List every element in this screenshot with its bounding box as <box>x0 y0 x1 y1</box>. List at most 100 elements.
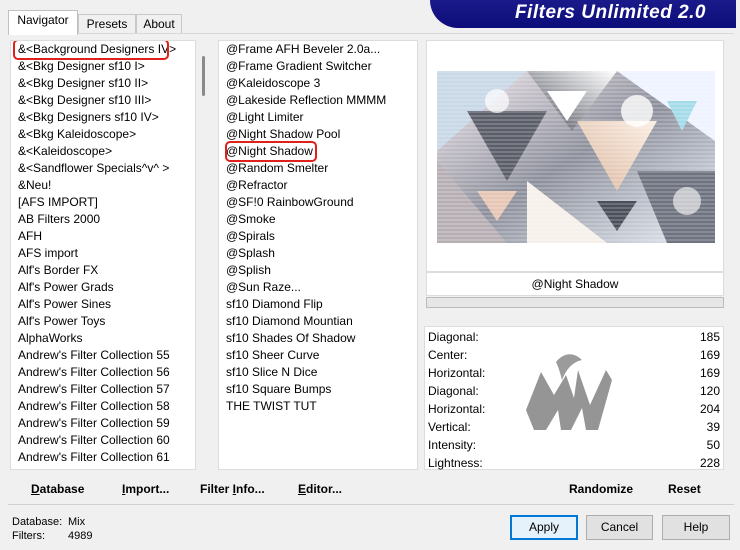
filter-info-label-b: nfo... <box>236 482 265 496</box>
category-list-item[interactable]: &<Bkg Kaleidoscope> <box>18 126 136 143</box>
category-list-item[interactable]: Alf's Power Grads <box>18 279 114 296</box>
tab-about[interactable]: About <box>136 14 182 34</box>
parameter-value: 169 <box>699 366 720 380</box>
category-list-item[interactable]: Andrew's Filter Collection 60 <box>18 432 170 449</box>
category-list-item[interactable]: Andrew's Filter Collection 61 <box>18 449 170 466</box>
parameter-row[interactable]: Lightness: 228 <box>428 454 720 472</box>
filter-list-item[interactable]: @Smoke <box>226 211 276 228</box>
filter-list-item[interactable]: sf10 Square Bumps <box>226 381 331 398</box>
app-title: Filters Unlimited 2.0 <box>514 2 706 23</box>
database-label: atabase <box>39 482 85 496</box>
category-list-item[interactable]: Alf's Border FX <box>18 262 98 279</box>
apply-button[interactable]: Apply <box>510 515 578 540</box>
parameter-value: 169 <box>699 348 720 362</box>
category-list-item[interactable]: AFS import <box>18 245 78 262</box>
category-list-item[interactable]: AB Filters 2000 <box>18 211 100 228</box>
category-list-item[interactable]: Alf's Power Toys <box>18 313 105 330</box>
parameter-value: 120 <box>699 384 720 398</box>
filter-list-item[interactable]: sf10 Sheer Curve <box>226 347 319 364</box>
cancel-button[interactable]: Cancel <box>586 515 653 540</box>
tab-label: About <box>143 17 175 31</box>
category-list-item[interactable]: &<Bkg Designers sf10 IV> <box>18 109 159 126</box>
parameter-label: Horizontal: <box>428 366 486 380</box>
import-button[interactable]: Import... <box>122 480 169 498</box>
database-status: Database: Mix <box>12 516 85 528</box>
filter-list-item[interactable]: @Spirals <box>226 228 275 245</box>
filter-list-item[interactable]: @Splash <box>226 245 275 262</box>
filter-list-item[interactable]: @Light Limiter <box>226 109 304 126</box>
database-accel: D <box>31 482 40 496</box>
database-status-value: Mix <box>68 516 86 528</box>
category-list-item[interactable]: Andrew's Filter Collection 58 <box>18 398 170 415</box>
filter-list-item[interactable]: @Splish <box>226 262 271 279</box>
category-scrollbar-thumb[interactable] <box>202 56 205 96</box>
filter-list[interactable]: @Frame AFH Beveler 2.0a... @Frame Gradien… <box>218 40 418 470</box>
filter-list-item[interactable]: @Frame Gradient Switcher <box>226 58 372 75</box>
parameter-value: 204 <box>699 402 720 416</box>
category-list[interactable]: &<Background Designers IV> &<Bkg Designer… <box>10 40 196 470</box>
filters-status: Filters: 4989 <box>12 530 92 542</box>
parameter-label: Vertical: <box>428 420 471 434</box>
help-button[interactable]: Help <box>662 515 730 540</box>
filter-list-item[interactable]: sf10 Diamond Flip <box>226 296 323 313</box>
category-list-item[interactable]: &<Bkg Designer sf10 I> <box>18 58 145 75</box>
filter-list-item[interactable]: @Sun Raze... <box>226 279 301 296</box>
filter-list-item[interactable]: @Random Smelter <box>226 160 328 177</box>
parameter-value: 228 <box>699 456 720 470</box>
parameter-value: 39 <box>706 420 720 434</box>
category-list-item[interactable]: Andrew's Filter Collection 56 <box>18 364 170 381</box>
filter-list-item[interactable]: THE TWIST TUT <box>226 398 317 415</box>
watermark-logo-icon <box>526 354 612 430</box>
tab-presets[interactable]: Presets <box>78 14 136 34</box>
category-list-item[interactable]: AFH <box>18 228 42 245</box>
editor-accel: E <box>298 482 307 496</box>
category-highlight <box>13 41 169 60</box>
filter-list-item[interactable]: sf10 Slice N Dice <box>226 364 317 381</box>
tab-navigator[interactable]: Navigator <box>8 10 78 35</box>
tab-label: Navigator <box>17 13 69 27</box>
parameter-label: Intensity: <box>428 438 477 452</box>
category-list-item[interactable]: [AFS IMPORT] <box>18 194 98 211</box>
filter-list-item[interactable]: @Frame AFH Beveler 2.0a... <box>226 41 380 58</box>
category-list-item[interactable]: &Neu! <box>18 177 51 194</box>
filter-list-item[interactable]: @Kaleidoscope 3 <box>226 75 320 92</box>
app-banner: Filters Unlimited 2.0 <box>430 0 736 28</box>
preview-image <box>437 71 715 243</box>
filter-list-item[interactable]: @SF!0 RainbowGround <box>226 194 354 211</box>
filters-status-value: 4989 <box>68 530 93 542</box>
editor-button[interactable]: Editor... <box>298 480 342 498</box>
filter-highlight <box>225 141 317 162</box>
database-status-label: Database: <box>12 516 63 528</box>
parameter-label: Diagonal: <box>428 330 479 344</box>
reset-button[interactable]: Reset <box>668 480 701 498</box>
selected-filter-name: @Night Shadow <box>426 272 724 296</box>
category-list-item[interactable]: AlphaWorks <box>18 330 82 347</box>
category-list-item[interactable]: &<Sandflower Specials^v^ > <box>18 160 169 177</box>
filter-info-button[interactable]: Filter Info... <box>200 480 265 498</box>
filter-list-item[interactable]: sf10 Diamond Mountian <box>226 313 353 330</box>
category-list-item[interactable]: Alf's Power Sines <box>18 296 111 313</box>
category-list-item[interactable]: &<Bkg Designer sf10 III> <box>18 92 151 109</box>
preview-panel <box>426 40 724 272</box>
randomize-button[interactable]: Randomize <box>569 480 633 498</box>
parameter-label: Horizontal: <box>428 402 486 416</box>
filter-list-item[interactable]: sf10 Shades Of Shadow <box>226 330 355 347</box>
category-list-item[interactable]: Andrew's Filter Collection 59 <box>18 415 170 432</box>
category-list-item[interactable]: Andrew's Filter Collection 55 <box>18 347 170 364</box>
category-scrollbar[interactable] <box>196 40 211 470</box>
parameter-value: 185 <box>699 330 720 344</box>
parameter-label: Diagonal: <box>428 384 479 398</box>
filter-list-item[interactable]: @Lakeside Reflection MMMM <box>226 92 386 109</box>
filters-status-label: Filters: <box>12 530 45 542</box>
category-list-item[interactable]: &<Bkg Designer sf10 II> <box>18 75 148 92</box>
parameter-row[interactable]: Diagonal: 185 <box>428 328 720 346</box>
parameter-label: Center: <box>428 348 468 362</box>
parameter-value: 50 <box>706 438 720 452</box>
filter-list-item[interactable]: @Refractor <box>226 177 288 194</box>
tab-divider <box>8 33 734 34</box>
database-button[interactable]: Database <box>31 480 84 498</box>
parameter-label: Lightness: <box>428 456 483 470</box>
category-list-item[interactable]: Andrew's Filter Collection 57 <box>18 381 170 398</box>
progress-bar <box>426 297 724 308</box>
category-list-item[interactable]: &<Kaleidoscope> <box>18 143 112 160</box>
